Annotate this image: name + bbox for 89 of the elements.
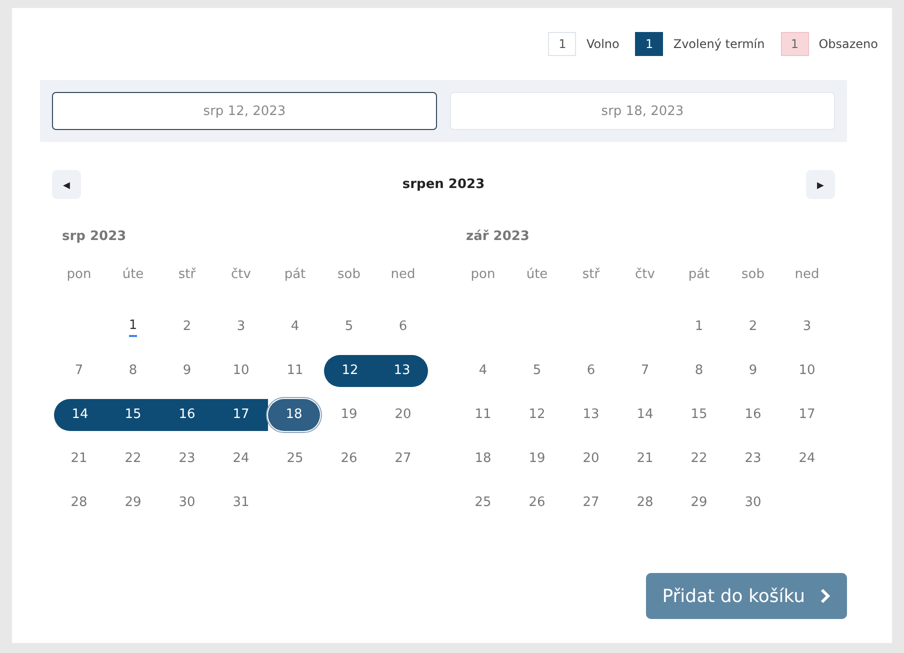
calendar-day[interactable]: 7 bbox=[618, 355, 672, 387]
legend-swatch: 1 bbox=[548, 32, 576, 56]
calendar-day[interactable]: 15 bbox=[106, 399, 160, 431]
calendar-day[interactable]: 3 bbox=[780, 311, 834, 343]
calendar-day[interactable]: 10 bbox=[214, 355, 268, 387]
calendar-day[interactable]: 19 bbox=[510, 443, 564, 475]
calendar-day[interactable]: 4 bbox=[268, 311, 322, 343]
calendar-day[interactable]: 28 bbox=[618, 487, 672, 519]
weekday-label: ned bbox=[794, 266, 820, 284]
weekday-label: sob bbox=[336, 266, 362, 284]
calendar-day[interactable]: 11 bbox=[268, 355, 322, 387]
calendar-day[interactable]: 1 bbox=[672, 311, 726, 343]
calendar-day[interactable]: 19 bbox=[322, 399, 376, 431]
calendar-day[interactable]: 23 bbox=[160, 443, 214, 475]
calendar-day[interactable]: 21 bbox=[52, 443, 106, 475]
calendar-day[interactable]: 14 bbox=[618, 399, 672, 431]
calendar-day[interactable]: 6 bbox=[564, 355, 618, 387]
weekday-label: čtv bbox=[634, 266, 656, 284]
month-title: srpen 2023 bbox=[402, 177, 485, 192]
calendar-day[interactable]: 13 bbox=[376, 355, 428, 387]
date-field[interactable]: srp 18, 2023 bbox=[450, 92, 835, 130]
calendar-day[interactable]: 24 bbox=[214, 443, 268, 475]
calendar-day[interactable]: 27 bbox=[376, 443, 430, 475]
calendar-day[interactable]: 29 bbox=[672, 487, 726, 519]
calendar-day[interactable]: 27 bbox=[564, 487, 618, 519]
weekday-label: čtv bbox=[230, 266, 252, 284]
calendar-day[interactable]: 30 bbox=[160, 487, 214, 519]
calendar-day[interactable]: 16 bbox=[726, 399, 780, 431]
weekday-label: sob bbox=[740, 266, 766, 284]
date-field[interactable]: srp 12, 2023 bbox=[52, 92, 437, 130]
calendar-day[interactable]: 8 bbox=[106, 355, 160, 387]
calendar-day[interactable]: 12 bbox=[324, 355, 376, 387]
weekday-label: stř bbox=[581, 266, 601, 284]
calendar-day[interactable]: 7 bbox=[52, 355, 106, 387]
weekday-label: stř bbox=[177, 266, 197, 284]
calendar-day[interactable]: 1 bbox=[106, 311, 160, 343]
calendar-day[interactable]: 16 bbox=[160, 399, 214, 431]
next-month-button[interactable]: ▶ bbox=[806, 170, 835, 199]
calendar-day[interactable]: 22 bbox=[106, 443, 160, 475]
month-label: srp 2023 bbox=[62, 229, 128, 246]
calendar-day[interactable]: 28 bbox=[52, 487, 106, 519]
weekday-label: pon bbox=[66, 266, 92, 284]
calendar-day[interactable]: 12 bbox=[510, 399, 564, 431]
calendar-day[interactable]: 2 bbox=[726, 311, 780, 343]
calendar-day[interactable]: 15 bbox=[672, 399, 726, 431]
weekday-label: úte bbox=[525, 266, 549, 284]
calendar-day[interactable]: 2 bbox=[160, 311, 214, 343]
calendar-day[interactable]: 10 bbox=[780, 355, 834, 387]
calendar-day[interactable]: 5 bbox=[510, 355, 564, 387]
calendar-day[interactable]: 17 bbox=[214, 399, 268, 431]
calendar-day[interactable]: 26 bbox=[510, 487, 564, 519]
calendar-day[interactable]: 17 bbox=[780, 399, 834, 431]
legend-label: Zvolený termín bbox=[673, 37, 765, 51]
calendar-day[interactable]: 22 bbox=[672, 443, 726, 475]
weekday-label: pát bbox=[283, 266, 307, 284]
calendar-day[interactable]: 20 bbox=[376, 399, 430, 431]
calendar-day[interactable]: 29 bbox=[106, 487, 160, 519]
calendar-day[interactable]: 14 bbox=[54, 399, 106, 431]
weekday-label: ned bbox=[390, 266, 416, 284]
calendar-day[interactable]: 20 bbox=[564, 443, 618, 475]
legend-label: Obsazeno bbox=[818, 37, 878, 51]
calendar-day[interactable]: 13 bbox=[564, 399, 618, 431]
calendar-day[interactable]: 9 bbox=[160, 355, 214, 387]
legend-swatch: 1 bbox=[635, 32, 664, 56]
calendar-day[interactable]: 5 bbox=[322, 311, 376, 343]
calendar-day[interactable]: 6 bbox=[376, 311, 430, 343]
month-label: zář 2023 bbox=[466, 229, 530, 246]
calendar-day[interactable]: 30 bbox=[726, 487, 780, 519]
calendar-day[interactable]: 23 bbox=[726, 443, 780, 475]
legend-label: Volno bbox=[586, 37, 620, 51]
calendar-day[interactable]: 31 bbox=[214, 487, 268, 519]
calendar-day[interactable]: 4 bbox=[456, 355, 510, 387]
calendar-day[interactable]: 21 bbox=[618, 443, 672, 475]
previous-month-button[interactable]: ◀ bbox=[52, 170, 81, 199]
weekday-label: úte bbox=[121, 266, 145, 284]
calendar-day[interactable]: 25 bbox=[268, 443, 322, 475]
calendar-day[interactable]: 26 bbox=[322, 443, 376, 475]
chevron-right-icon bbox=[819, 588, 831, 604]
calendar-day[interactable]: 3 bbox=[214, 311, 268, 343]
calendar-day[interactable]: 18 bbox=[268, 399, 320, 431]
calendar-day[interactable]: 18 bbox=[456, 443, 510, 475]
calendar-day[interactable]: 8 bbox=[672, 355, 726, 387]
weekday-label: pát bbox=[687, 266, 711, 284]
legend-swatch: 1 bbox=[780, 32, 809, 56]
calendar-day[interactable]: 24 bbox=[780, 443, 834, 475]
calendar-day[interactable]: 25 bbox=[456, 487, 510, 519]
weekday-label: pon bbox=[470, 266, 496, 284]
calendar-day[interactable]: 9 bbox=[726, 355, 780, 387]
calendar-day[interactable]: 11 bbox=[456, 399, 510, 431]
